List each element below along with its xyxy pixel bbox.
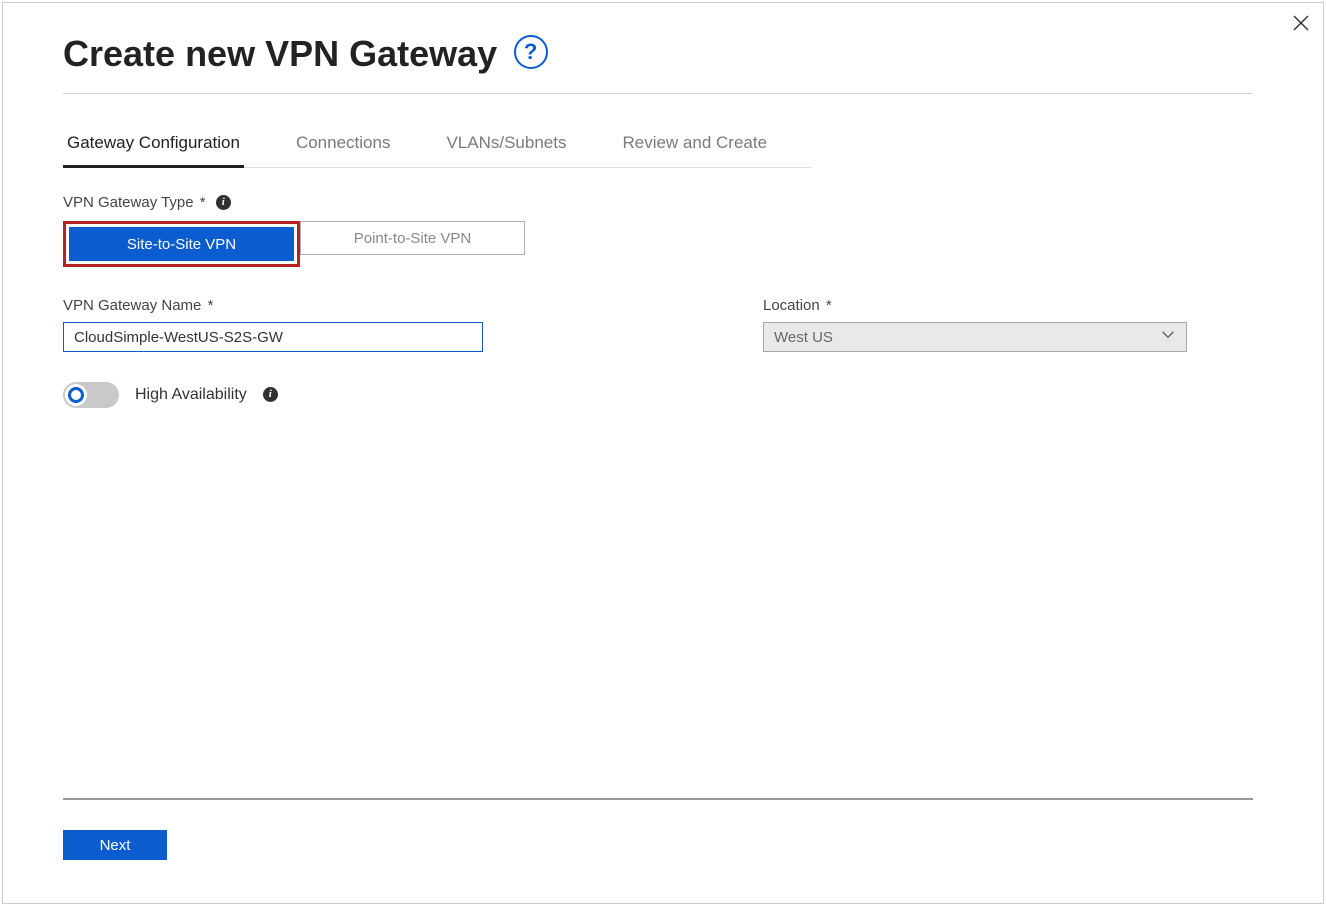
location-select[interactable]: West US: [763, 322, 1187, 352]
high-availability-toggle[interactable]: [63, 382, 119, 408]
location-label: Location *: [763, 297, 1187, 314]
tab-vlans-subnets[interactable]: VLANs/Subnets: [442, 133, 570, 168]
gateway-name-label: VPN Gateway Name *: [63, 297, 483, 314]
help-icon[interactable]: ?: [514, 35, 548, 69]
gateway-name-input[interactable]: [63, 322, 483, 352]
close-icon[interactable]: [1289, 11, 1313, 35]
info-icon[interactable]: i: [216, 195, 231, 210]
high-availability-label: High Availability: [135, 386, 247, 404]
option-site-to-site-vpn[interactable]: Site-to-Site VPN: [69, 227, 294, 261]
page-title: Create new VPN Gateway: [63, 33, 497, 75]
tab-connections[interactable]: Connections: [292, 133, 395, 168]
location-select-value: West US: [763, 322, 1187, 352]
next-button[interactable]: Next: [63, 830, 167, 860]
footer-divider: [63, 798, 1253, 800]
location-label-text: Location: [763, 297, 820, 314]
gateway-type-label: VPN Gateway Type * i: [63, 194, 1253, 211]
info-icon[interactable]: i: [263, 387, 278, 402]
create-vpn-gateway-dialog: Create new VPN Gateway ? Gateway Configu…: [2, 2, 1324, 904]
tab-gateway-configuration[interactable]: Gateway Configuration: [63, 133, 244, 168]
header-divider: [63, 93, 1253, 94]
wizard-tabs: Gateway Configuration Connections VLANs/…: [63, 132, 811, 168]
gateway-type-toggle: Site-to-Site VPN Point-to-Site VPN: [63, 221, 1253, 267]
toggle-knob-icon: [65, 384, 87, 406]
highlight-box: Site-to-Site VPN: [63, 221, 300, 267]
required-asterisk: *: [208, 297, 214, 314]
option-point-to-site-vpn[interactable]: Point-to-Site VPN: [300, 221, 525, 255]
tab-review-and-create[interactable]: Review and Create: [618, 133, 771, 168]
gateway-type-label-text: VPN Gateway Type: [63, 194, 194, 211]
required-asterisk: *: [200, 194, 206, 211]
gateway-name-label-text: VPN Gateway Name: [63, 297, 201, 314]
required-asterisk: *: [826, 297, 832, 314]
